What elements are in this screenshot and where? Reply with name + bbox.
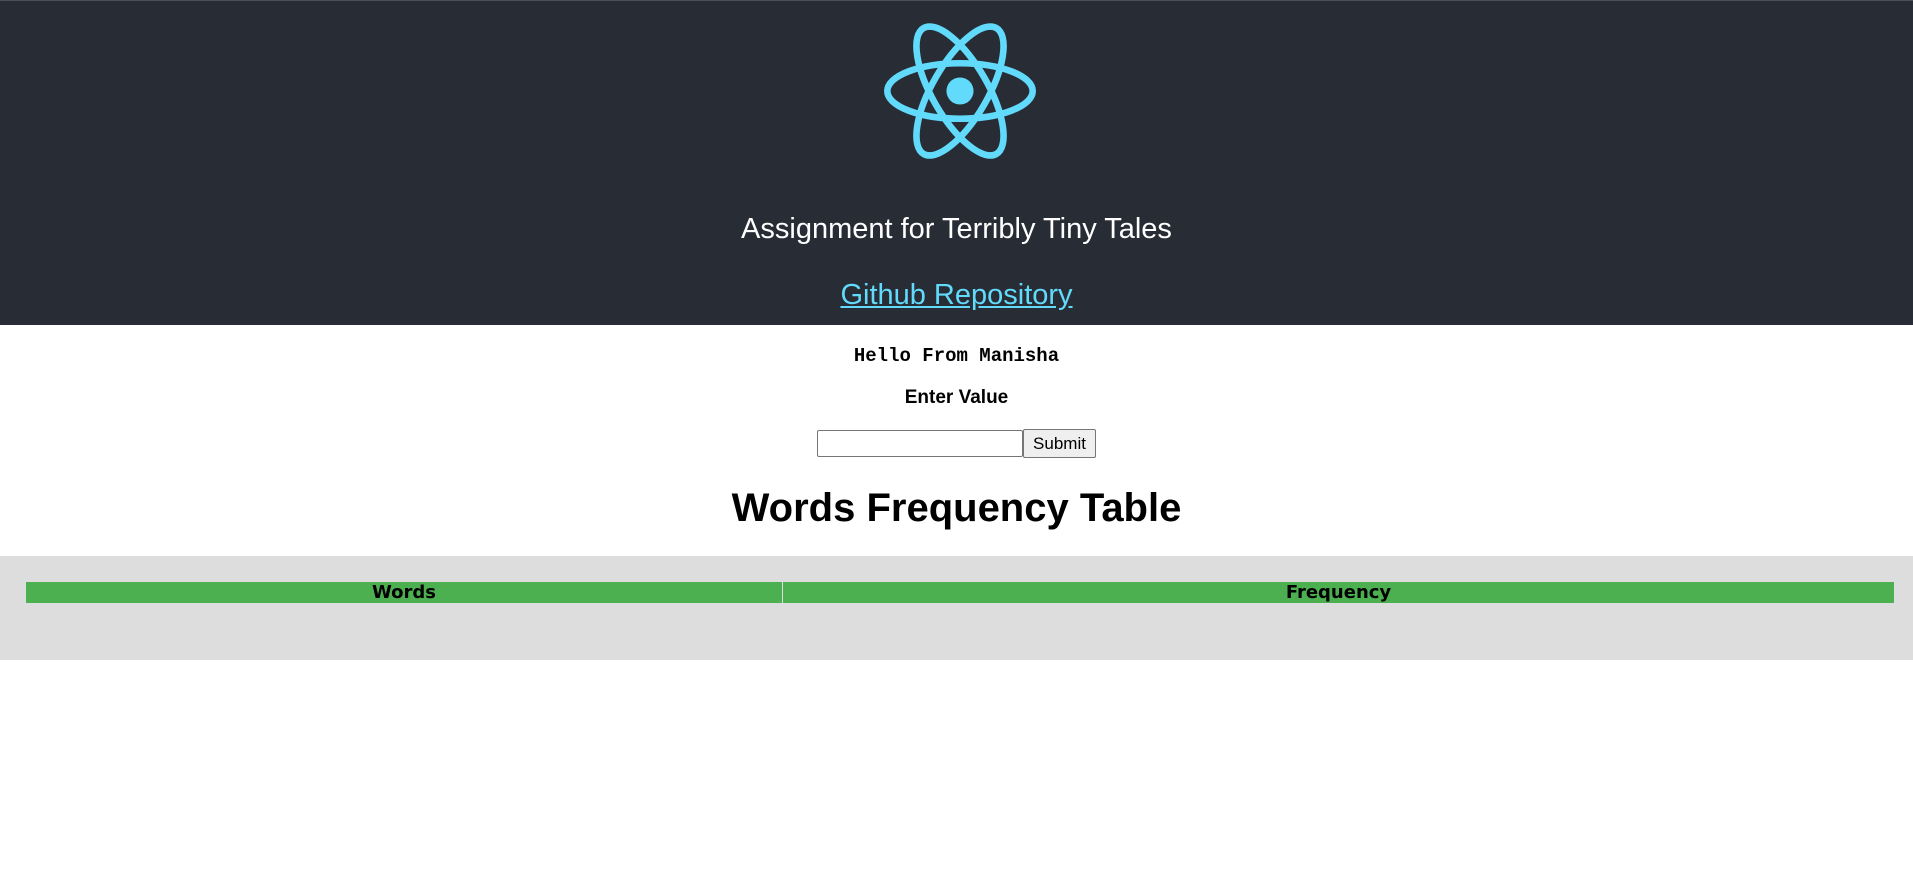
- words-frequency-table: Words Frequency: [25, 581, 1895, 634]
- app-header: Assignment for Terribly Tiny Tales Githu…: [0, 0, 1913, 325]
- submit-button[interactable]: Submit: [1023, 429, 1096, 458]
- app-title: Assignment for Terribly Tiny Tales: [741, 213, 1172, 245]
- github-repository-link-wrap: Github Repository: [0, 277, 1913, 313]
- value-form: Submit: [0, 429, 1913, 458]
- table-container: Words Frequency: [0, 556, 1913, 660]
- table-title: Words Frequency Table: [731, 486, 1182, 530]
- table-header-row: Words Frequency: [25, 581, 1895, 604]
- greeting-text: Hello From Manisha: [853, 345, 1060, 367]
- value-input[interactable]: [817, 430, 1024, 457]
- react-atom-icon: [884, 23, 1036, 159]
- table-body: [26, 604, 1895, 634]
- column-header-frequency: Frequency: [782, 581, 1895, 604]
- column-header-words: Words: [25, 581, 783, 604]
- github-repository-link[interactable]: Github Repository: [840, 279, 1072, 311]
- enter-value-label: Enter Value: [904, 387, 1009, 408]
